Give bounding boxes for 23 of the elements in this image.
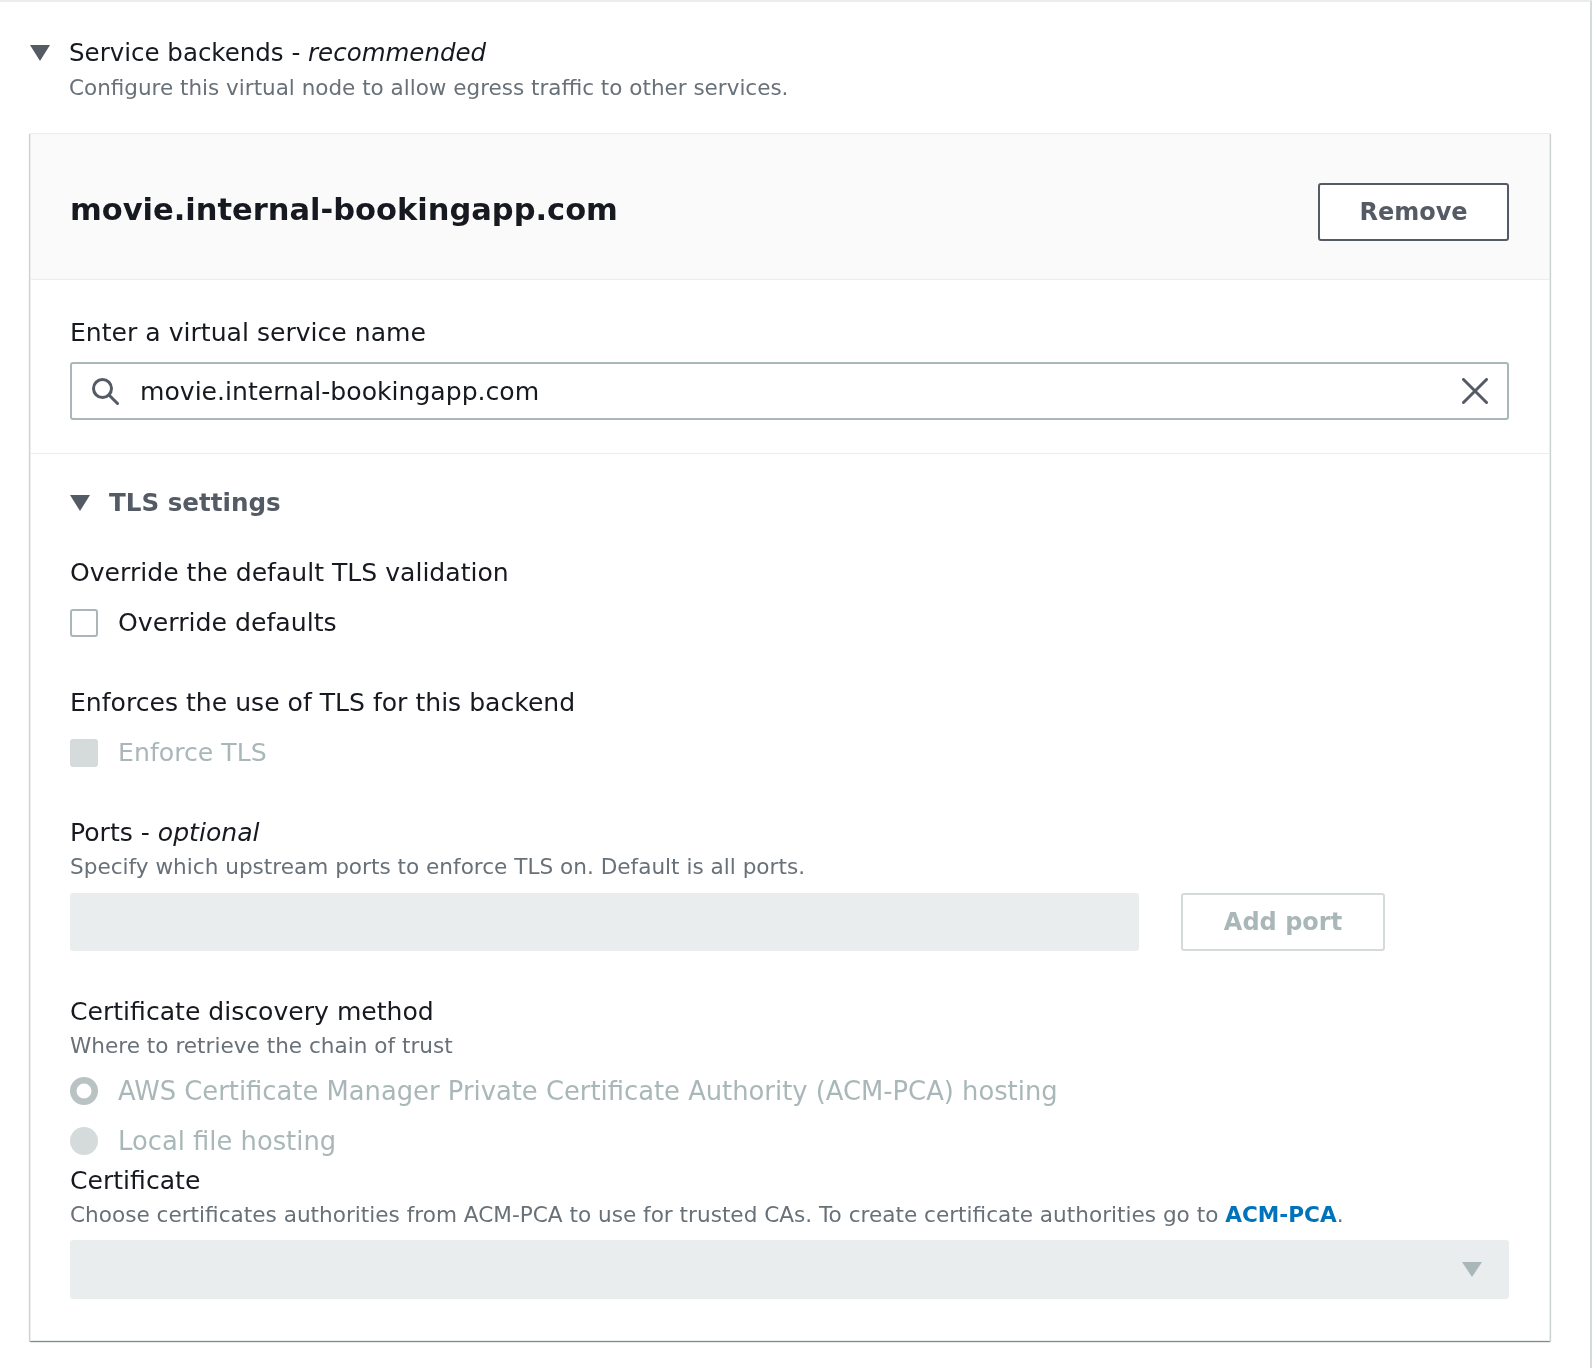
acm-pca-link[interactable]: ACM-PCA [1225,1202,1337,1227]
backend-title: movie.internal-bookingapp.com [70,190,618,229]
field-description: Choose certificates authorities from ACM-PCA to use for trusted CAs. To create certificate authorities go to ACM-PCA. [70,1201,1345,1229]
remove-button[interactable]: Remove [1318,182,1509,241]
field-description: Where to retrieve the chain of trust [70,1032,454,1060]
field-label: Ports - optional [70,817,261,849]
field-label: Certificate [70,1165,202,1197]
caret-down-icon [1462,1262,1482,1277]
section-title[interactable]: Service backends - recommended [69,36,487,70]
field-label: Override the default TLS validation [70,557,510,589]
section-description: Configure this virtual node to allow egress traffic to other services. [69,74,790,102]
field-label: Enter a virtual service name [70,317,427,349]
caret-icon[interactable] [70,495,90,511]
field-description: Specify which upstream ports to enforce TLS on. Default is all ports. [70,853,807,881]
search-icon [91,377,119,405]
checkbox-label[interactable]: Override defaults [118,607,337,639]
field-label: Enforces the use of TLS for this backend [70,687,577,719]
caret-icon[interactable] [30,45,50,61]
close-icon[interactable] [1462,378,1488,404]
tls-settings-toggle[interactable]: TLS settings [109,487,281,519]
field-label: Certificate discovery method [70,996,435,1028]
checkbox[interactable] [70,609,98,637]
virtual-service-search-field[interactable]: movie.internal-bookingapp.com [70,362,1509,420]
